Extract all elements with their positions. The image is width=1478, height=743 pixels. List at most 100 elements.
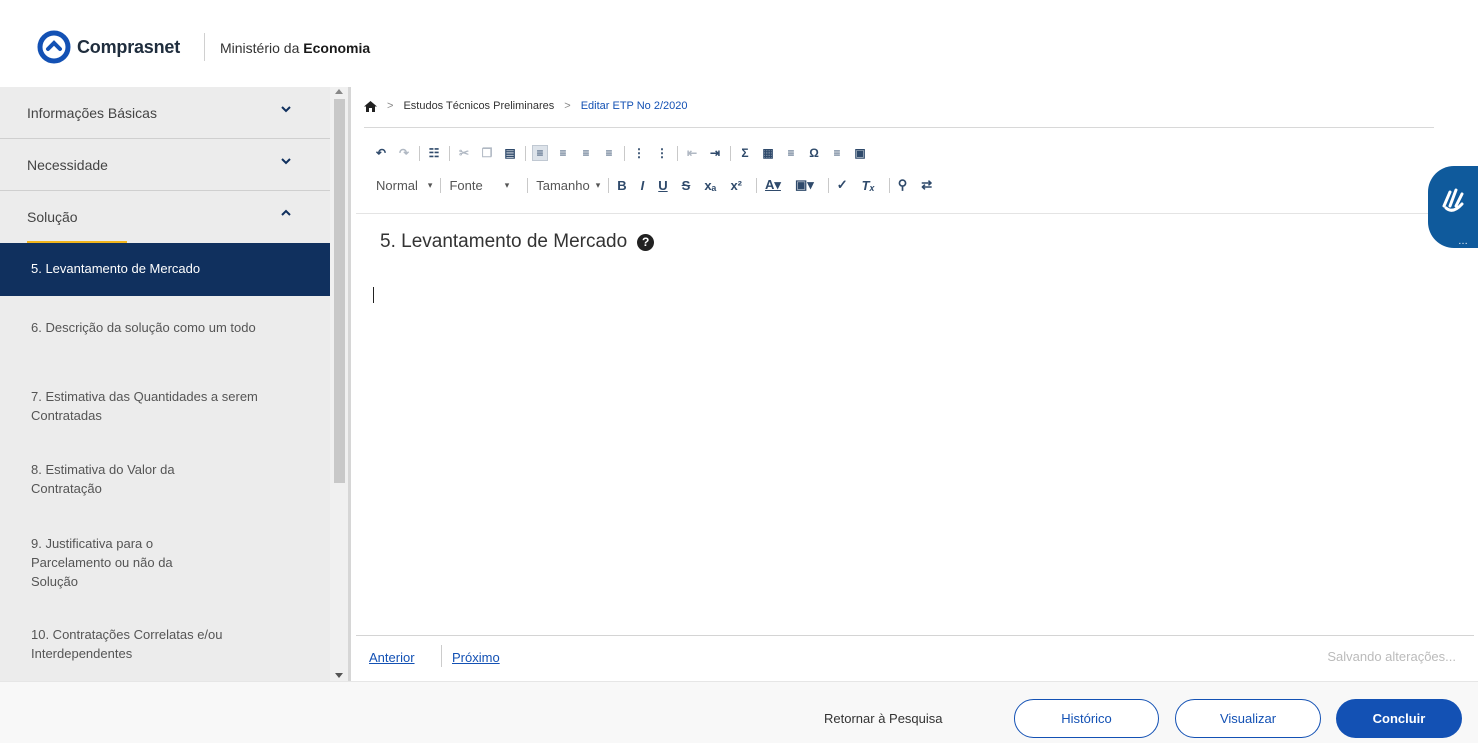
toolbar-separator (527, 177, 529, 193)
toolbar-separator (677, 145, 678, 161)
align-justify-icon[interactable]: ≡ (601, 145, 617, 161)
header: Comprasnet Ministério da Economia (0, 0, 1478, 87)
comprasnet-logo[interactable]: Comprasnet (37, 30, 180, 64)
toolbar-separator (888, 177, 890, 193)
editor-toolbar-divider (356, 213, 1478, 214)
search-icon[interactable]: ⚲ (898, 177, 908, 193)
nav-divider (356, 635, 1474, 636)
format-combo[interactable]: Normal ▾ (376, 178, 432, 193)
scroll-up-arrow-icon[interactable] (335, 89, 343, 94)
bulleted-list-icon[interactable]: ⋮ (654, 145, 670, 161)
copy-icon[interactable]: ❐ (479, 145, 495, 161)
toolbar-separator (624, 145, 625, 161)
more-dots: … (1458, 236, 1468, 247)
breadcrumb-separator: > (387, 100, 394, 112)
template-icon[interactable]: ☷ (426, 145, 442, 161)
breadcrumb-divider (364, 127, 1434, 128)
previous-link[interactable]: Anterior (369, 650, 415, 665)
size-combo[interactable]: Tamanho ▾ (536, 178, 600, 193)
subscript-icon[interactable]: xₐ (704, 178, 716, 193)
copy-format-icon[interactable]: ✓ (837, 177, 848, 193)
scrollbar-thumb[interactable] (334, 99, 345, 483)
omega-icon[interactable]: Ω (806, 145, 822, 161)
sidebar-item-estimativa-valor[interactable]: 8. Estimativa do Valor da Contratação (0, 460, 210, 498)
chevron-down-icon (281, 106, 291, 113)
sidebar-item-label: 10. Contratações Correlatas e/ou Interde… (31, 627, 223, 661)
cut-icon[interactable]: ✂ (456, 145, 472, 161)
sidebar-item-label: 5. Levantamento de Mercado (31, 261, 201, 276)
replace-icon[interactable]: ⇄ (921, 177, 932, 193)
breadcrumb-item-editar-etp[interactable]: Editar ETP No 2/2020 (581, 100, 688, 112)
font-combo[interactable]: Fonte ▾ (449, 178, 509, 193)
scroll-down-arrow-icon[interactable] (335, 673, 343, 678)
next-link[interactable]: Próximo (452, 650, 500, 665)
ministry-name: Ministério da Economia (220, 40, 371, 56)
image-icon[interactable]: ▣ (852, 145, 868, 161)
table-icon[interactable]: ▦ (760, 145, 776, 161)
text-color-icon[interactable]: A▾ (765, 177, 781, 193)
return-to-search-link[interactable]: Retornar à Pesquisa (824, 711, 943, 726)
section-label: Informações Básicas (27, 105, 157, 121)
chevron-down-icon: ▾ (427, 179, 433, 190)
sidebar-scrollbar[interactable] (330, 87, 348, 681)
sidebar-item-descricao-da-solucao[interactable]: 6. Descrição da solução como um todo (0, 318, 260, 337)
chevron-up-icon (281, 209, 291, 216)
sidebar-item-label: 7. Estimativa das Quantidades a serem Co… (31, 389, 258, 423)
undo-icon[interactable]: ↶ (373, 145, 389, 161)
heading-text: 5. Levantamento de Mercado (380, 231, 628, 252)
align-left-icon[interactable]: ≡ (532, 145, 548, 161)
sidebar-item-label: 6. Descrição da solução como um todo (31, 320, 256, 335)
format-combo-value: Normal (376, 177, 418, 193)
breadcrumb: > Estudos Técnicos Preliminares > Editar… (364, 100, 688, 112)
toolbar-separator (608, 177, 610, 193)
finish-button[interactable]: Concluir (1336, 699, 1462, 738)
sidebar-item-levantamento-de-mercado[interactable]: 5. Levantamento de Mercado (0, 243, 330, 296)
sidebar-section-informacoes-basicas[interactable]: Informações Básicas (0, 87, 330, 139)
background-color-icon[interactable]: ▣▾ (795, 177, 814, 193)
chevron-down-icon: ▾ (595, 179, 601, 190)
save-status: Salvando alterações... (1327, 649, 1456, 664)
sidebar: Informações Básicas Necessidade Solução … (0, 87, 330, 681)
align-right-icon[interactable]: ≡ (578, 145, 594, 161)
sign-language-icon (1442, 188, 1464, 212)
indent-icon[interactable]: ⇥ (707, 145, 723, 161)
text-cursor[interactable] (373, 287, 374, 303)
numbered-list-icon[interactable]: ⋮ (631, 145, 647, 161)
breadcrumb-item-etp[interactable]: Estudos Técnicos Preliminares (403, 100, 554, 112)
accessibility-widget[interactable]: … (1428, 166, 1478, 248)
help-icon[interactable]: ? (637, 233, 655, 251)
section-label: Necessidade (27, 157, 108, 173)
align-center-icon[interactable]: ≡ (555, 145, 571, 161)
sidebar-section-solucao[interactable]: Solução (0, 191, 330, 244)
underline-icon[interactable]: U (658, 178, 667, 193)
outdent-icon[interactable]: ⇤ (684, 145, 700, 161)
nav-separator (441, 645, 442, 667)
document-heading: 5. Levantamento de Mercado ? (380, 231, 655, 253)
sidebar-section-necessidade[interactable]: Necessidade (0, 139, 330, 191)
page-break-icon[interactable]: ≡ (829, 145, 845, 161)
paste-icon[interactable]: ▤ (502, 145, 518, 161)
superscript-icon[interactable]: x² (730, 178, 742, 193)
section-label: Solução (27, 209, 78, 225)
sidebar-item-justificativa-parcelamento[interactable]: 9. Justificativa para o Parcelamento ou … (0, 534, 210, 591)
sigma-icon[interactable]: Σ (737, 145, 753, 161)
toolbar-separator (827, 177, 829, 193)
toolbar-separator (730, 145, 731, 161)
toolbar-separator (419, 145, 420, 161)
sidebar-item-estimativa-quantidades[interactable]: 7. Estimativa das Quantidades a serem Co… (0, 387, 260, 425)
bold-icon[interactable]: B (617, 178, 626, 193)
italic-icon[interactable]: I (641, 178, 645, 193)
toolbar-separator (525, 145, 526, 161)
horizontal-line-icon[interactable]: ≡ (783, 145, 799, 161)
strikethrough-icon[interactable]: S (682, 178, 691, 193)
home-icon[interactable] (364, 100, 377, 112)
history-button[interactable]: Histórico (1014, 699, 1159, 738)
comprasnet-logo-icon (37, 30, 71, 64)
redo-icon[interactable]: ↷ (396, 145, 412, 161)
remove-format-icon[interactable]: Tₓ (862, 178, 875, 193)
preview-button[interactable]: Visualizar (1175, 699, 1321, 738)
brand-name: Comprasnet (77, 36, 181, 57)
sidebar-item-contratacoes-correlatas[interactable]: 10. Contratações Correlatas e/ou Interde… (0, 625, 290, 663)
toolbar-separator (756, 177, 758, 193)
sidebar-item-label: 8. Estimativa do Valor da Contratação (31, 462, 175, 496)
